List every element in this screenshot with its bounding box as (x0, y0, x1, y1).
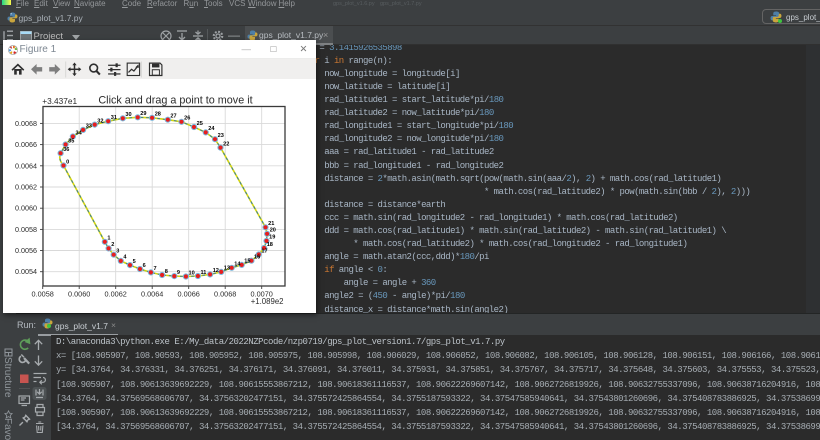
svg-text:10: 10 (188, 270, 194, 276)
svg-text:0.0058: 0.0058 (31, 290, 53, 299)
svg-text:0.0062: 0.0062 (104, 290, 126, 299)
svg-text:9: 9 (176, 270, 179, 276)
svg-text:0.0064: 0.0064 (15, 161, 37, 170)
svg-text:0.0054: 0.0054 (15, 267, 37, 276)
svg-text:17: 17 (261, 248, 267, 254)
svg-text:7: 7 (153, 266, 156, 272)
svg-text:2: 2 (111, 242, 114, 248)
svg-text:6: 6 (142, 263, 145, 269)
svg-text:15: 15 (244, 259, 250, 265)
svg-text:26: 26 (184, 116, 190, 122)
svg-text:36: 36 (63, 147, 69, 153)
svg-text:29: 29 (140, 111, 146, 117)
svg-text:21: 21 (268, 221, 274, 227)
svg-text:0: 0 (66, 159, 69, 165)
svg-text:18: 18 (266, 242, 272, 248)
svg-text:31: 31 (110, 115, 116, 121)
svg-text:14: 14 (234, 262, 241, 268)
svg-text:35: 35 (68, 138, 74, 144)
svg-text:0.0062: 0.0062 (15, 183, 37, 192)
svg-text:1: 1 (107, 236, 110, 242)
svg-text:32: 32 (97, 118, 103, 124)
svg-text:0.0056: 0.0056 (15, 246, 37, 255)
svg-text:3: 3 (116, 249, 119, 255)
svg-text:27: 27 (170, 114, 176, 120)
svg-text:28: 28 (154, 112, 160, 118)
svg-text:19: 19 (269, 235, 275, 241)
svg-text:0.0058: 0.0058 (15, 225, 37, 234)
svg-text:25: 25 (196, 121, 202, 127)
svg-text:22: 22 (223, 141, 229, 147)
svg-text:5: 5 (132, 259, 135, 265)
svg-text:13: 13 (223, 266, 229, 272)
svg-text:0.0064: 0.0064 (141, 290, 163, 299)
svg-text:23: 23 (217, 133, 223, 139)
svg-text:Click and drag a point to move: Click and drag a point to move it (98, 95, 252, 107)
svg-text:0.0060: 0.0060 (15, 204, 37, 213)
svg-text:4: 4 (123, 255, 127, 261)
svg-text:30: 30 (125, 112, 131, 118)
svg-text:0.0068: 0.0068 (15, 119, 37, 128)
svg-text:0.0066: 0.0066 (15, 140, 37, 149)
svg-text:0.0068: 0.0068 (214, 290, 236, 299)
svg-text:16: 16 (254, 255, 260, 261)
svg-text:0.0066: 0.0066 (177, 290, 199, 299)
svg-text:11: 11 (200, 270, 206, 276)
svg-text:33: 33 (85, 124, 91, 130)
svg-text:12: 12 (212, 268, 218, 274)
svg-text:24: 24 (208, 126, 215, 132)
svg-text:34: 34 (75, 130, 82, 136)
svg-text:0.0060: 0.0060 (68, 290, 90, 299)
svg-text:8: 8 (164, 269, 167, 275)
svg-text:+3.437e1: +3.437e1 (42, 96, 77, 106)
svg-text:20: 20 (269, 228, 275, 234)
svg-text:+1.089e2: +1.089e2 (250, 297, 283, 306)
